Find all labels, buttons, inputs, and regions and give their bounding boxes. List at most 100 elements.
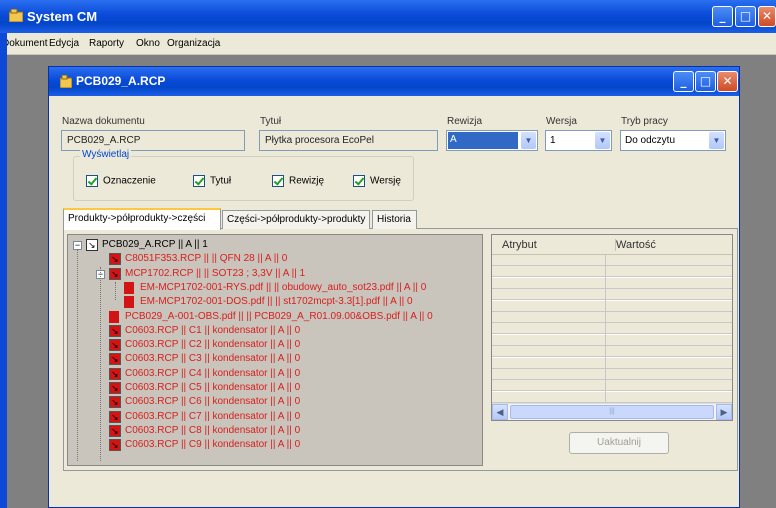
tab-czesci[interactable]: Części->półprodukty->produkty bbox=[222, 210, 370, 229]
wersja-select[interactable]: 1 ▼ bbox=[545, 130, 612, 151]
checkbox-tytul[interactable]: Tytuł bbox=[193, 175, 231, 187]
tryb-select[interactable]: Do odczytu ▼ bbox=[620, 130, 726, 151]
wersja-label: Wersja bbox=[546, 116, 577, 127]
grid-row[interactable] bbox=[492, 369, 732, 380]
minimize-button[interactable]: _ bbox=[712, 6, 733, 27]
grid-header-wartosc[interactable]: Wartość bbox=[615, 239, 656, 251]
scroll-right-icon[interactable]: ▶ bbox=[716, 404, 732, 420]
component-link-icon: ↘ bbox=[109, 339, 121, 352]
horizontal-scrollbar[interactable]: ◀ ||| ▶ bbox=[492, 403, 732, 420]
grid-row[interactable] bbox=[492, 334, 732, 346]
checkbox-oznaczenie[interactable]: Oznaczenie bbox=[86, 175, 156, 187]
document-title: PCB029_A.RCP bbox=[76, 74, 166, 88]
pdf-file-icon bbox=[124, 281, 134, 294]
checkbox-wersje-label: Wersję bbox=[370, 175, 401, 187]
tree-node-label: EM-MCP1702-001-RYS.pdf || || obudowy_aut… bbox=[140, 281, 427, 293]
rewizja-label: Rewizja bbox=[447, 116, 483, 127]
tytul-field[interactable]: Płytka procesora EcoPel bbox=[259, 130, 438, 151]
component-link-icon: ↘ bbox=[109, 424, 121, 437]
tree-node-label: MCP1702.RCP || || SOT23 ; 3,3V || A || 1 bbox=[125, 267, 306, 279]
tree-node-label: PCB029_A-001-OBS.pdf || || PCB029_A_R01.… bbox=[125, 310, 433, 322]
app-title-bar[interactable]: System CM _ □ ✕ bbox=[0, 0, 776, 33]
scroll-left-icon[interactable]: ◀ bbox=[492, 404, 508, 420]
component-link-icon: ↘ bbox=[109, 410, 121, 423]
maximize-button[interactable]: □ bbox=[735, 6, 756, 27]
chevron-down-icon[interactable]: ▼ bbox=[521, 132, 536, 149]
close-button[interactable]: ✕ bbox=[758, 6, 776, 27]
document-icon bbox=[60, 75, 72, 88]
document-link-icon: ↘ bbox=[86, 239, 98, 251]
grid-row[interactable] bbox=[492, 323, 732, 335]
checkmark-icon[interactable] bbox=[353, 175, 365, 187]
tree-node-label: C0603.RCP || C8 || kondensator || A || 0 bbox=[125, 424, 301, 436]
tree-node-label: C0603.RCP || C1 || kondensator || A || 0 bbox=[125, 324, 301, 336]
menu-raporty[interactable]: Raporty bbox=[89, 38, 124, 49]
checkmark-icon[interactable] bbox=[193, 175, 205, 187]
doc-maximize-button[interactable]: □ bbox=[695, 71, 716, 92]
component-link-icon: ↘ bbox=[109, 253, 121, 266]
document-title-bar[interactable]: PCB029_A.RCP _ □ ✕ bbox=[49, 67, 739, 96]
grid-header: Atrybut Wartość bbox=[492, 235, 732, 255]
tab-historia[interactable]: Historia bbox=[372, 210, 417, 229]
tree-node-label: C8051F353.RCP || || QFN 28 || A || 0 bbox=[125, 253, 288, 265]
grid-row[interactable] bbox=[492, 357, 732, 369]
grid-row[interactable] bbox=[492, 391, 732, 403]
component-link-icon: ↘ bbox=[109, 396, 121, 409]
checkbox-rewizje[interactable]: Rewizję bbox=[272, 175, 324, 187]
tree-connector bbox=[77, 249, 78, 461]
doc-close-button[interactable]: ✕ bbox=[717, 71, 738, 92]
tryb-value: Do odczytu bbox=[625, 135, 676, 146]
grid-row[interactable] bbox=[492, 255, 732, 266]
checkbox-tytul-label: Tytuł bbox=[210, 175, 232, 187]
product-tree[interactable]: ↘ PCB029_A.RCP || A || 1− ↘ C8051F353.RCP |… bbox=[67, 234, 483, 466]
nazwa-label: Nazwa dokumentu bbox=[62, 116, 145, 127]
attribute-grid[interactable]: Atrybut Wartość ◀ ||| ▶ bbox=[491, 234, 733, 421]
grid-row[interactable] bbox=[492, 312, 732, 323]
display-group-title: Wyświetlaj bbox=[80, 149, 132, 160]
tab-produkty[interactable]: Produkty->półprodukty->części bbox=[63, 208, 221, 230]
checkmark-icon[interactable] bbox=[272, 175, 284, 187]
update-button[interactable]: Uaktualnij bbox=[569, 432, 669, 454]
component-link-icon: ↘ bbox=[109, 367, 121, 380]
scroll-thumb[interactable]: ||| bbox=[510, 405, 714, 419]
tree-node-label: C0603.RCP || C5 || kondensator || A || 0 bbox=[125, 382, 301, 393]
tree-connector bbox=[115, 282, 116, 300]
rewizja-select[interactable]: A ▼ bbox=[446, 130, 538, 151]
grid-row[interactable] bbox=[492, 300, 732, 312]
window-frame bbox=[0, 33, 7, 508]
grid-row[interactable] bbox=[492, 380, 732, 392]
component-link-icon: ↘ bbox=[109, 353, 121, 366]
tree-node-label: C0603.RCP || C2 || kondensator || A || 0 bbox=[125, 339, 301, 351]
chevron-down-icon[interactable]: ▼ bbox=[595, 132, 610, 149]
grid-row[interactable] bbox=[492, 346, 732, 358]
checkbox-rewizje-label: Rewizję bbox=[289, 175, 325, 187]
menu-dokument[interactable]: Dokument bbox=[2, 38, 48, 49]
menu-organizacja[interactable]: Organizacja bbox=[167, 38, 220, 49]
display-options-group: Wyświetlaj Oznaczenie Tytuł Rewizję Wers… bbox=[73, 149, 414, 201]
component-link-icon: ↘ bbox=[109, 267, 121, 280]
grid-row[interactable] bbox=[492, 266, 732, 278]
tytul-label: Tytuł bbox=[260, 116, 282, 127]
menu-edycja[interactable]: Edycja bbox=[49, 38, 79, 49]
tree-node-label: EM-MCP1702-001-DOS.pdf || || st1702mcpt-… bbox=[140, 296, 413, 308]
pdf-file-icon bbox=[109, 310, 119, 323]
checkbox-wersje[interactable]: Wersję bbox=[353, 175, 401, 187]
tree-node-label: C0603.RCP || C6 || kondensator || A || 0 bbox=[125, 396, 301, 408]
tree-connector bbox=[100, 267, 101, 461]
tree-node-label: C0603.RCP || C7 || kondensator || A || 0 bbox=[125, 410, 301, 422]
menu-bar: Dokument Edycja Raporty Okno Organizacja bbox=[0, 33, 776, 55]
checkmark-icon[interactable] bbox=[86, 175, 98, 187]
grid-column-separator bbox=[605, 255, 606, 403]
pdf-file-icon bbox=[124, 296, 134, 309]
nazwa-field[interactable]: PCB029_A.RCP bbox=[61, 130, 245, 151]
chevron-down-icon[interactable]: ▼ bbox=[709, 132, 724, 149]
checkbox-oznaczenie-label: Oznaczenie bbox=[103, 175, 156, 187]
tryb-label: Tryb pracy bbox=[621, 116, 668, 127]
grid-row[interactable] bbox=[492, 289, 732, 301]
tree-node-label: C0603.RCP || C4 || kondensator || A || 0 bbox=[125, 367, 301, 379]
menu-okno[interactable]: Okno bbox=[136, 38, 160, 49]
grid-header-atrybut[interactable]: Atrybut bbox=[502, 239, 537, 251]
component-link-icon: ↘ bbox=[109, 382, 121, 394]
grid-row[interactable] bbox=[492, 277, 732, 289]
doc-minimize-button[interactable]: _ bbox=[673, 71, 694, 92]
